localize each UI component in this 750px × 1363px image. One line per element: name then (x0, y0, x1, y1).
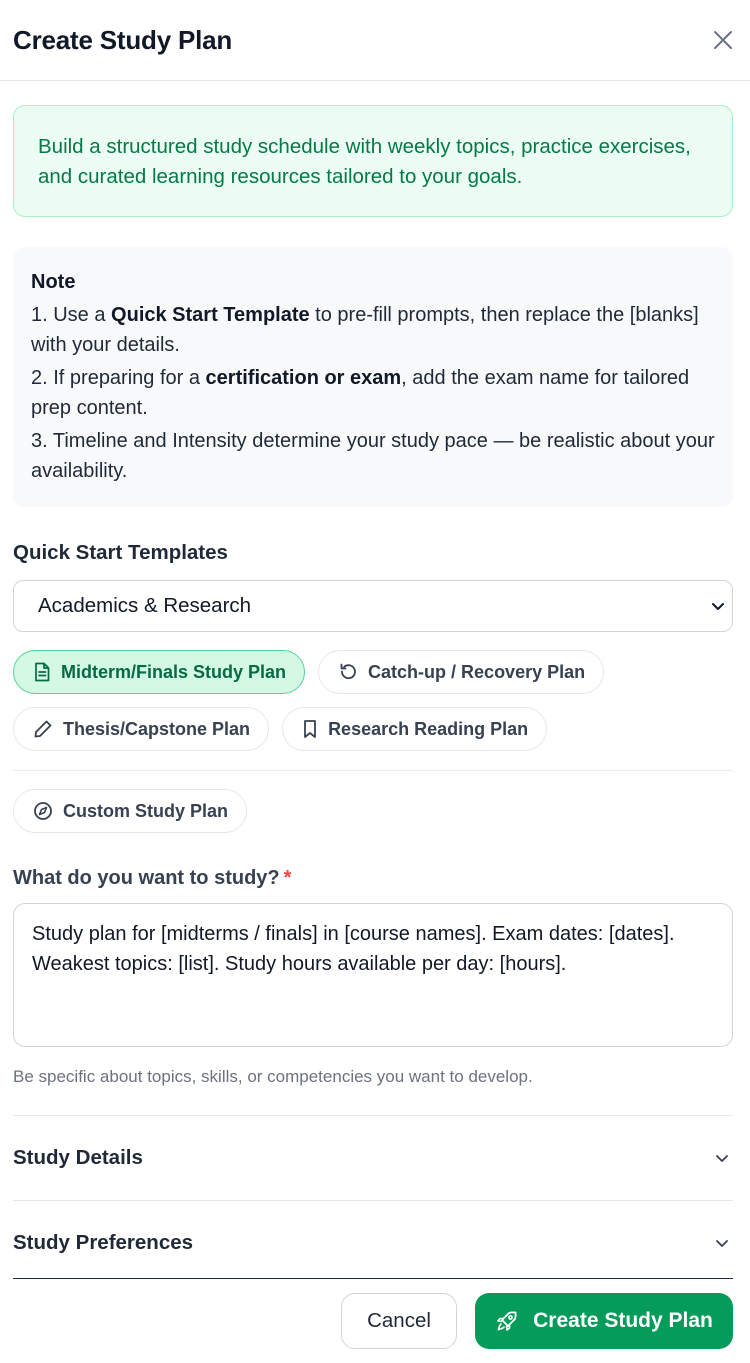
chip-label: Custom Study Plan (63, 800, 229, 821)
note-title: Note (31, 271, 76, 293)
info-banner-text: Build a structured study schedule with w… (38, 135, 691, 188)
info-banner: Build a structured study schedule with w… (13, 105, 733, 217)
note-line-3: 3. Timeline and Intensity determine your… (31, 430, 715, 482)
chevron-down-icon (716, 1155, 728, 1162)
chip-label: Catch-up / Recovery Plan (368, 661, 586, 682)
create-button-label: Create Study Plan (533, 1309, 713, 1332)
study-input-label-text: What do you want to study? (13, 867, 280, 889)
template-chip-midterm-finals[interactable]: Midterm/Finals Study Plan (13, 650, 306, 694)
study-preferences-section[interactable]: Study Preferences (13, 1200, 733, 1285)
note-line-2-bold: certification or exam (205, 367, 402, 389)
close-button[interactable] (703, 20, 743, 60)
study-details-section[interactable]: Study Details (13, 1115, 733, 1200)
required-marker: * (283, 867, 292, 889)
dialog-title: Create Study Plan (13, 24, 233, 55)
dialog-footer: Cancel Create Study Plan (13, 1278, 733, 1363)
rocket-icon (497, 1311, 517, 1331)
compass-icon (34, 802, 52, 820)
custom-study-plan-chip[interactable]: Custom Study Plan (13, 789, 248, 833)
pencil-icon (34, 720, 52, 738)
template-chips-row-2: Thesis/Capstone Plan Research Reading Pl… (13, 707, 733, 751)
chip-label: Research Reading Plan (328, 718, 529, 739)
close-icon (714, 31, 732, 49)
create-study-plan-button[interactable]: Create Study Plan (475, 1293, 733, 1349)
note-line-1-pre: 1. Use a (31, 304, 112, 326)
note-line-2: 2. If preparing for a certification or e… (31, 363, 715, 423)
template-chip-catch-up[interactable]: Catch-up / Recovery Plan (318, 650, 605, 694)
section-title: Study Preferences (13, 1231, 194, 1254)
chevron-down-icon (716, 1240, 728, 1247)
custom-chip-row: Custom Study Plan (13, 789, 733, 833)
chip-label: Thesis/Capstone Plan (63, 718, 251, 739)
template-chip-thesis[interactable]: Thesis/Capstone Plan (13, 707, 270, 751)
chip-label: Midterm/Finals Study Plan (61, 661, 287, 682)
note-line-1-bold: Quick Start Template (111, 304, 310, 326)
study-input-helper: Be specific about topics, skills, or com… (13, 1067, 533, 1086)
template-category-select[interactable]: Academics & Research (13, 580, 733, 632)
dialog-content: Build a structured study schedule with w… (0, 105, 750, 1285)
study-topic-textarea[interactable] (13, 903, 733, 1047)
note-box: Note 1. Use a Quick Start Template to pr… (13, 247, 733, 507)
note-line-2-pre: 2. If preparing for a (31, 367, 206, 389)
templates-label: Quick Start Templates (13, 541, 228, 564)
document-icon (35, 662, 50, 682)
templates-divider (13, 770, 733, 771)
select-value: Academics & Research (38, 594, 252, 617)
rotate-ccw-icon (340, 663, 356, 680)
cancel-button[interactable]: Cancel (341, 1293, 457, 1349)
study-input-label: What do you want to study? * (13, 867, 733, 890)
template-chips-row-1: Midterm/Finals Study Plan Catch-up / Rec… (13, 650, 733, 694)
dialog-header: Create Study Plan (0, 0, 750, 81)
template-chip-research-reading[interactable]: Research Reading Plan (282, 707, 548, 751)
note-line-1: 1. Use a Quick Start Template to pre-fil… (31, 300, 715, 360)
bookmark-icon (304, 720, 316, 738)
chevron-down-icon (712, 603, 724, 610)
section-title: Study Details (13, 1146, 143, 1169)
